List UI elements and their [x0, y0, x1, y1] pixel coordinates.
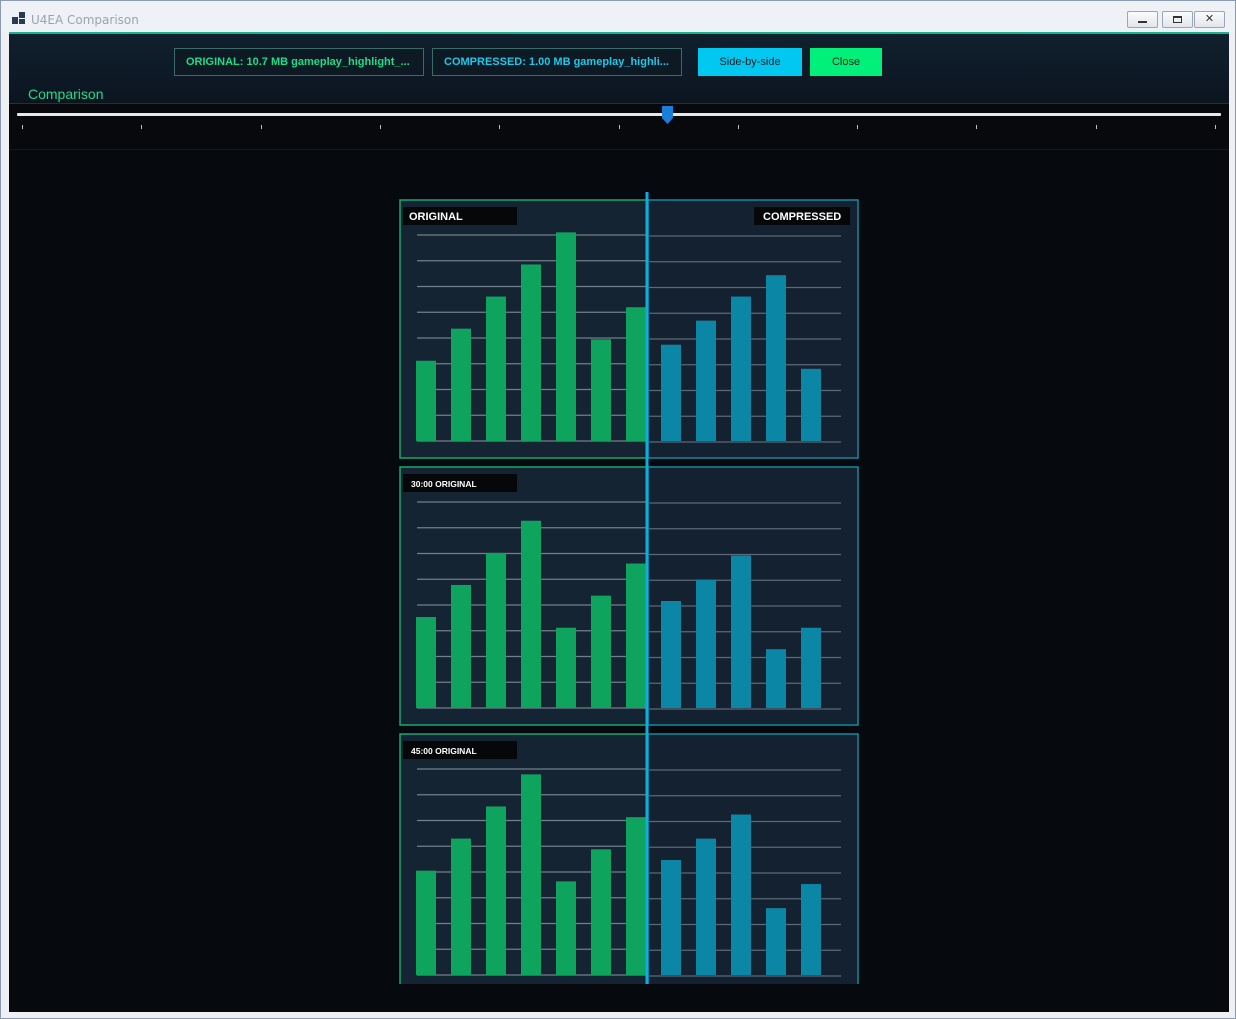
bar-original — [591, 595, 611, 708]
client-area: ORIGINAL: 10.7 MB gameplay_highlight_...… — [9, 32, 1229, 1012]
comparison-viewer[interactable]: ORIGINAL COMPRESSED 30:00 ORIGINAL 45:00 OR… — [19, 151, 1219, 1002]
close-button[interactable]: Close — [810, 48, 882, 76]
bar-original — [451, 838, 471, 975]
bar-compressed — [766, 275, 786, 441]
bar-compressed — [731, 296, 751, 441]
slider-track[interactable] — [17, 113, 1221, 116]
bar-original — [486, 806, 506, 975]
slider-tick — [379, 125, 381, 129]
bar-original — [416, 870, 436, 975]
bar-original — [556, 232, 576, 441]
minimize-button[interactable] — [1127, 11, 1158, 28]
bar-original — [486, 296, 506, 441]
slider-tick — [1095, 125, 1097, 129]
bar-original — [556, 881, 576, 975]
window-title: U4EA Comparison — [31, 13, 139, 27]
slider-tick — [260, 125, 262, 129]
slider-tick — [737, 125, 739, 129]
slider-thumb[interactable] — [661, 106, 673, 124]
slider-tick — [141, 125, 143, 129]
bar-original — [626, 307, 646, 441]
bar-original — [451, 328, 471, 441]
slider-tick — [22, 125, 23, 129]
bar-compressed — [766, 649, 786, 708]
chart-panel-2: 30:00 ORIGINAL — [399, 466, 859, 726]
side-by-side-button[interactable]: Side-by-side — [698, 48, 802, 76]
maximize-icon — [1173, 16, 1182, 23]
bar-original — [451, 584, 471, 708]
bar-compressed — [661, 344, 681, 441]
bar-original — [521, 774, 541, 975]
minimize-icon — [1138, 21, 1147, 23]
bar-original — [521, 264, 541, 441]
chart-panel-3: 45:00 ORIGINAL — [399, 733, 859, 984]
bar-original — [521, 520, 541, 708]
bar-original — [416, 360, 436, 441]
bar-compressed — [696, 838, 716, 975]
timeline-slider[interactable] — [9, 104, 1229, 150]
bar-original — [626, 563, 646, 708]
maximize-button[interactable] — [1162, 11, 1193, 28]
slider-tick — [618, 125, 620, 129]
bar-original — [591, 849, 611, 975]
bar-original — [591, 339, 611, 441]
bar-original — [486, 552, 506, 708]
comparison-window: U4EA Comparison ✕ ORIGINAL: 10.7 MB game… — [0, 0, 1236, 1019]
app-icon — [12, 12, 25, 24]
slider-tick — [1215, 125, 1216, 129]
bar-compressed — [661, 859, 681, 975]
bar-compressed — [696, 579, 716, 708]
bar-original — [626, 817, 646, 975]
panel-label: ORIGINAL — [409, 211, 463, 223]
bar-original — [556, 627, 576, 708]
bar-compressed — [801, 627, 821, 708]
bar-compressed — [661, 601, 681, 708]
bar-original — [416, 617, 436, 708]
bar-compressed — [766, 908, 786, 975]
slider-tick — [857, 125, 859, 129]
bar-compressed — [801, 884, 821, 975]
frame-canvas: ORIGINAL COMPRESSED 30:00 ORIGINAL 45:00 OR… — [399, 192, 859, 984]
toolbar: ORIGINAL: 10.7 MB gameplay_highlight_...… — [9, 32, 1229, 104]
title-bar[interactable]: U4EA Comparison ✕ — [1, 1, 1235, 32]
panel-label: 45:00 ORIGINAL — [411, 746, 477, 756]
chart-panel-1: ORIGINAL COMPRESSED — [399, 199, 859, 459]
bar-compressed — [731, 814, 751, 975]
bar-compressed — [801, 368, 821, 441]
comparison-label: Comparison — [28, 86, 104, 102]
panel-label: 30:00 ORIGINAL — [411, 479, 477, 489]
slider-tick — [499, 125, 501, 129]
close-icon: ✕ — [1204, 13, 1215, 25]
compressed-file-info: COMPRESSED: 1.00 MB gameplay_highli... — [432, 48, 682, 76]
slider-tick — [976, 125, 978, 129]
original-file-info: ORIGINAL: 10.7 MB gameplay_highlight_... — [174, 48, 424, 76]
bar-compressed — [696, 320, 716, 441]
close-window-button[interactable]: ✕ — [1194, 11, 1225, 28]
compressed-label: COMPRESSED — [763, 211, 841, 223]
bar-compressed — [731, 555, 751, 708]
video-frame[interactable]: ORIGINAL COMPRESSED 30:00 ORIGINAL 45:00 OR… — [399, 192, 859, 984]
